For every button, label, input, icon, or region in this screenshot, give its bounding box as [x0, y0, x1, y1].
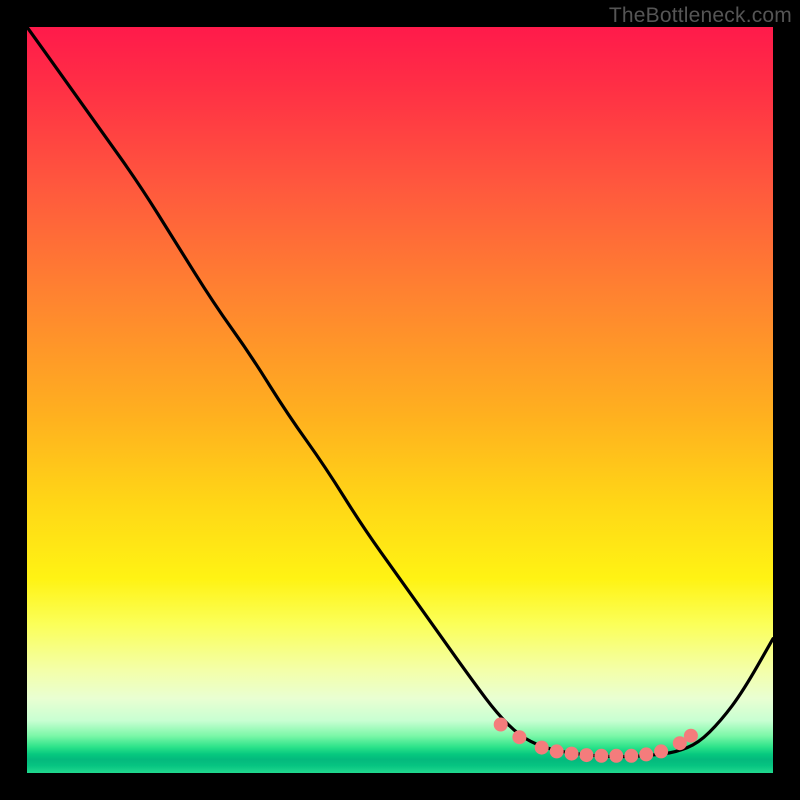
- marker-point: [654, 744, 668, 758]
- marker-point: [512, 730, 526, 744]
- marker-point: [673, 736, 687, 750]
- marker-point: [624, 749, 638, 763]
- watermark-text: TheBottleneck.com: [609, 4, 792, 28]
- marker-point: [684, 729, 698, 743]
- marker-group: [494, 718, 698, 763]
- bottleneck-curve: [27, 27, 773, 757]
- marker-point: [535, 741, 549, 755]
- marker-point: [594, 749, 608, 763]
- curve-layer: [27, 27, 773, 773]
- plot-area: [27, 27, 773, 773]
- marker-point: [639, 747, 653, 761]
- marker-point: [609, 749, 623, 763]
- marker-point: [580, 748, 594, 762]
- chart-frame: TheBottleneck.com: [0, 0, 800, 800]
- marker-point: [550, 744, 564, 758]
- marker-point: [494, 718, 508, 732]
- marker-point: [565, 747, 579, 761]
